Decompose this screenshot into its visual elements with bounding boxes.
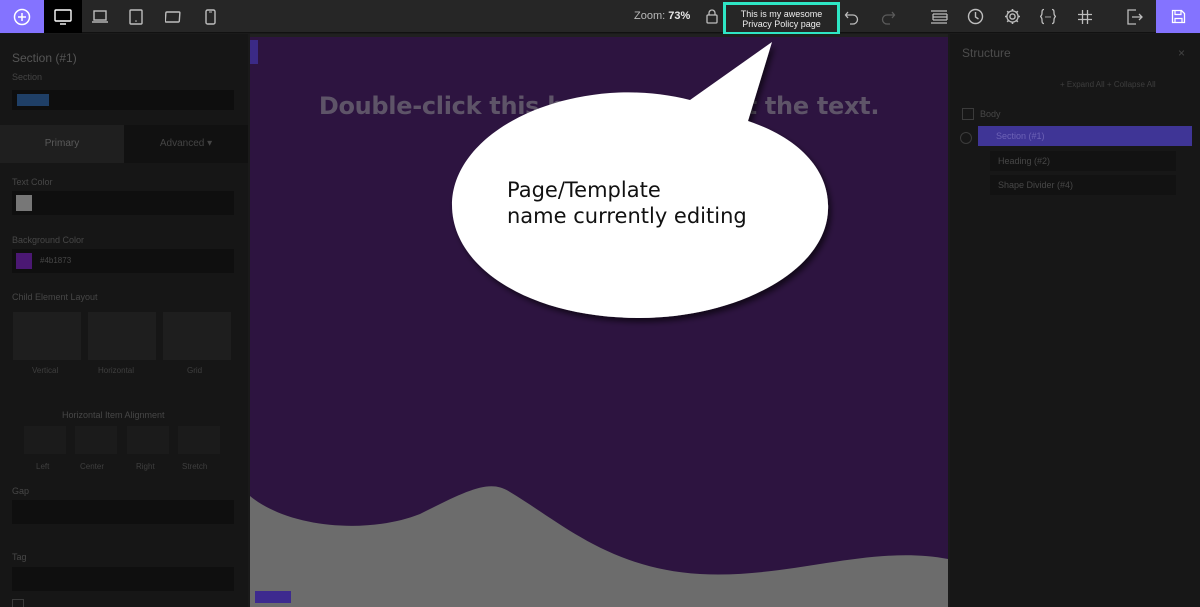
save-button[interactable]	[1156, 0, 1200, 33]
class-chip[interactable]	[17, 94, 49, 106]
zoom-indicator[interactable]: Zoom: 73%	[634, 10, 690, 22]
device-mobile-button[interactable]	[192, 0, 228, 33]
align-left-label: Left	[36, 462, 50, 471]
align-right-label: Right	[136, 462, 155, 471]
lock-button[interactable]	[700, 0, 724, 33]
element-settings-panel: Section (#1) Section Primary Advanced ▾ …	[0, 34, 248, 607]
tree-item-shape-divider[interactable]: Shape Divider (#4)	[990, 175, 1176, 195]
section-toggle-icon[interactable]	[960, 132, 972, 144]
align-right-option[interactable]	[127, 426, 169, 454]
close-icon[interactable]: ×	[1178, 46, 1185, 60]
gap-field[interactable]	[12, 500, 234, 524]
device-tablet-landscape-button[interactable]	[118, 0, 154, 33]
layout-grid-option[interactable]	[163, 312, 231, 360]
section-handle[interactable]	[250, 40, 258, 64]
mobile-icon	[204, 8, 216, 25]
laptop-icon	[92, 9, 108, 23]
tree-item-body[interactable]: Body	[960, 104, 1190, 124]
tablet-landscape-icon	[129, 8, 143, 25]
child-layout-label: Child Element Layout	[12, 292, 98, 302]
top-toolbar: Zoom: 73% This is my awesome Privacy Pol…	[0, 0, 1200, 35]
tree-item-body-label: Body	[980, 109, 1001, 119]
lock-icon	[706, 9, 718, 24]
tag-label: Tag	[12, 552, 27, 562]
canvas-top-border	[250, 34, 948, 37]
plus-circle-icon	[13, 8, 31, 25]
redo-icon	[881, 11, 896, 25]
device-desktop-button[interactable]	[44, 0, 82, 33]
exit-icon	[1126, 8, 1143, 25]
callout-line-1: Page/Template	[507, 178, 661, 202]
layout-grid-label: Grid	[187, 366, 203, 375]
panel-title: Section (#1)	[12, 51, 77, 65]
align-stretch-label: Stretch	[182, 462, 208, 471]
add-element-button[interactable]	[0, 0, 44, 33]
tab-advanced[interactable]: Advanced ▾	[124, 125, 248, 163]
section-label-tag[interactable]	[255, 591, 291, 603]
panels-button[interactable]	[926, 0, 952, 33]
align-center-option[interactable]	[75, 426, 117, 454]
hash-icon	[1078, 9, 1092, 24]
gap-label: Gap	[12, 486, 30, 496]
body-icon	[962, 108, 974, 120]
grid-button[interactable]	[1072, 0, 1098, 33]
tab-primary[interactable]: Primary	[0, 125, 124, 163]
background-color-field[interactable]: #4b1873	[12, 249, 234, 273]
text-color-label: Text Color	[12, 177, 53, 187]
background-color-value: #4b1873	[40, 256, 72, 265]
structure-title: Structure	[962, 46, 1011, 60]
gear-icon	[1004, 9, 1020, 24]
align-center-label: Center	[80, 462, 105, 471]
css-class-row[interactable]	[12, 90, 234, 110]
redo-button[interactable]	[876, 0, 900, 33]
undo-button[interactable]	[840, 0, 864, 33]
zoom-value: 73%	[668, 10, 691, 22]
tree-item-heading[interactable]: Heading (#2)	[990, 151, 1176, 171]
desktop-icon	[54, 8, 72, 25]
h-align-label: Horizontal Item Alignment	[62, 410, 165, 420]
builder-canvas[interactable]: Double-click this headline to edit the t…	[250, 34, 948, 607]
expand-collapse-links[interactable]: + Expand All + Collapse All	[1060, 80, 1156, 89]
layout-horizontal-label: Horizontal	[98, 366, 135, 375]
history-button[interactable]	[962, 0, 988, 33]
shape-divider-wave[interactable]	[250, 474, 948, 607]
callout-line-2: name currently editing	[507, 204, 747, 228]
settings-tabs: Primary Advanced ▾	[0, 125, 248, 163]
layout-horizontal-option[interactable]	[88, 312, 156, 360]
page-name-box[interactable]: This is my awesome Privacy Policy page	[723, 2, 840, 35]
background-color-swatch[interactable]	[16, 253, 32, 269]
structure-panel: Structure × + Expand All + Collapse All …	[950, 34, 1200, 607]
zoom-label: Zoom:	[634, 10, 666, 22]
align-stretch-option[interactable]	[178, 426, 220, 454]
layout-vertical-option[interactable]	[13, 312, 81, 360]
builder-app: Zoom: 73% This is my awesome Privacy Pol…	[0, 0, 1200, 607]
exit-button[interactable]	[1121, 0, 1147, 33]
callout-text: Page/Template name currently editing	[507, 177, 807, 229]
text-color-field[interactable]	[12, 191, 234, 215]
tree-item-section[interactable]: Section (#1)	[978, 126, 1192, 146]
save-icon	[1171, 9, 1185, 24]
text-color-swatch[interactable]	[16, 195, 32, 211]
device-tablet-portrait-button[interactable]	[155, 0, 191, 33]
clock-icon	[967, 8, 983, 25]
layout-vertical-label: Vertical	[32, 366, 59, 375]
panels-icon	[931, 9, 948, 24]
tag-select[interactable]	[12, 567, 234, 591]
settings-button[interactable]	[999, 0, 1025, 33]
braces-icon	[1039, 8, 1057, 25]
tablet-portrait-icon	[165, 10, 181, 23]
custom-code-button[interactable]	[1035, 0, 1061, 33]
undo-icon	[844, 11, 859, 25]
canvas-heading[interactable]: Double-click this headline to edit the t…	[250, 92, 948, 120]
align-left-option[interactable]	[24, 426, 66, 454]
device-laptop-button[interactable]	[82, 0, 118, 33]
checkbox[interactable]	[12, 599, 24, 607]
background-color-label: Background Color	[12, 235, 85, 245]
panel-subtitle: Section	[12, 72, 43, 82]
